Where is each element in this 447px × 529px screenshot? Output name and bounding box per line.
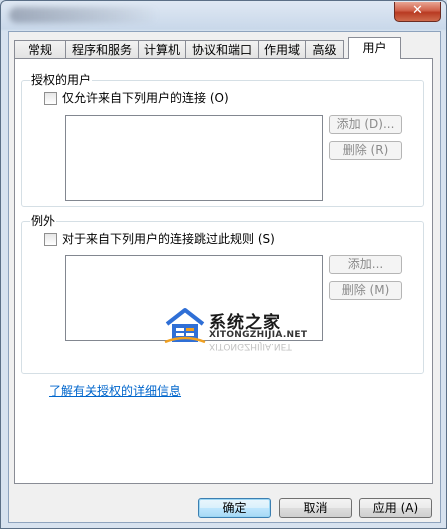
close-icon: ✕ bbox=[412, 3, 423, 18]
group-title: 例外 bbox=[30, 214, 57, 228]
learn-authorization-link[interactable]: 了解有关授权的详细信息 bbox=[49, 382, 181, 399]
tab-panel-users: 授权的用户 仅允许来自下列用户的连接 (O) 添加 (D)... 删除 (R) … bbox=[14, 58, 433, 484]
watermark-logo: 系统之家 XITONGZHIJIA.NET XITONGZHIJIA.NET bbox=[163, 306, 323, 351]
tab-computers[interactable]: 计算机 bbox=[138, 40, 186, 58]
allow-only-users-checkbox[interactable] bbox=[44, 92, 57, 105]
remove-exception-button[interactable]: 删除 (M) bbox=[329, 281, 402, 300]
dialog-window: ✕ 常规 程序和服务 计算机 协议和端口 作用域 高级 用户 授权的用户 仅允许… bbox=[0, 0, 447, 529]
cancel-button[interactable]: 取消 bbox=[279, 498, 352, 518]
group-title: 授权的用户 bbox=[30, 73, 93, 87]
checkbox-label: 仅允许来自下列用户的连接 (O) bbox=[62, 91, 229, 105]
tab-advanced[interactable]: 高级 bbox=[305, 40, 344, 58]
dialog-client-area: 常规 程序和服务 计算机 协议和端口 作用域 高级 用户 授权的用户 仅允许来自… bbox=[8, 31, 441, 523]
house-logo-icon bbox=[164, 308, 206, 344]
close-button[interactable]: ✕ bbox=[394, 2, 441, 22]
exceptions-group: 例外 对于来自下列用户的连接跳过此规则 (S) 添加... 删除 (M) bbox=[21, 214, 424, 374]
tab-programs-services[interactable]: 程序和服务 bbox=[65, 40, 139, 58]
ok-button[interactable]: 确定 bbox=[198, 498, 271, 518]
authorized-users-group: 授权的用户 仅允许来自下列用户的连接 (O) 添加 (D)... 删除 (R) bbox=[21, 73, 424, 207]
watermark-reflection: XITONGZHIJIA.NET bbox=[209, 341, 292, 351]
remove-user-button[interactable]: 删除 (R) bbox=[329, 141, 402, 160]
tab-scope[interactable]: 作用域 bbox=[258, 40, 306, 58]
add-user-button[interactable]: 添加 (D)... bbox=[329, 115, 402, 134]
tab-protocols-ports[interactable]: 协议和端口 bbox=[185, 40, 259, 58]
window-title-blurred bbox=[9, 7, 159, 23]
tab-general[interactable]: 常规 bbox=[14, 40, 66, 58]
add-exception-button[interactable]: 添加... bbox=[329, 255, 402, 274]
tab-users[interactable]: 用户 bbox=[348, 37, 401, 59]
apply-button[interactable]: 应用 (A) bbox=[359, 498, 432, 518]
authorized-users-list[interactable] bbox=[65, 115, 323, 201]
checkbox-label: 对于来自下列用户的连接跳过此规则 (S) bbox=[62, 232, 275, 246]
skip-rule-checkbox[interactable] bbox=[44, 233, 57, 246]
watermark-subtext: XITONGZHIJIA.NET bbox=[209, 330, 308, 340]
